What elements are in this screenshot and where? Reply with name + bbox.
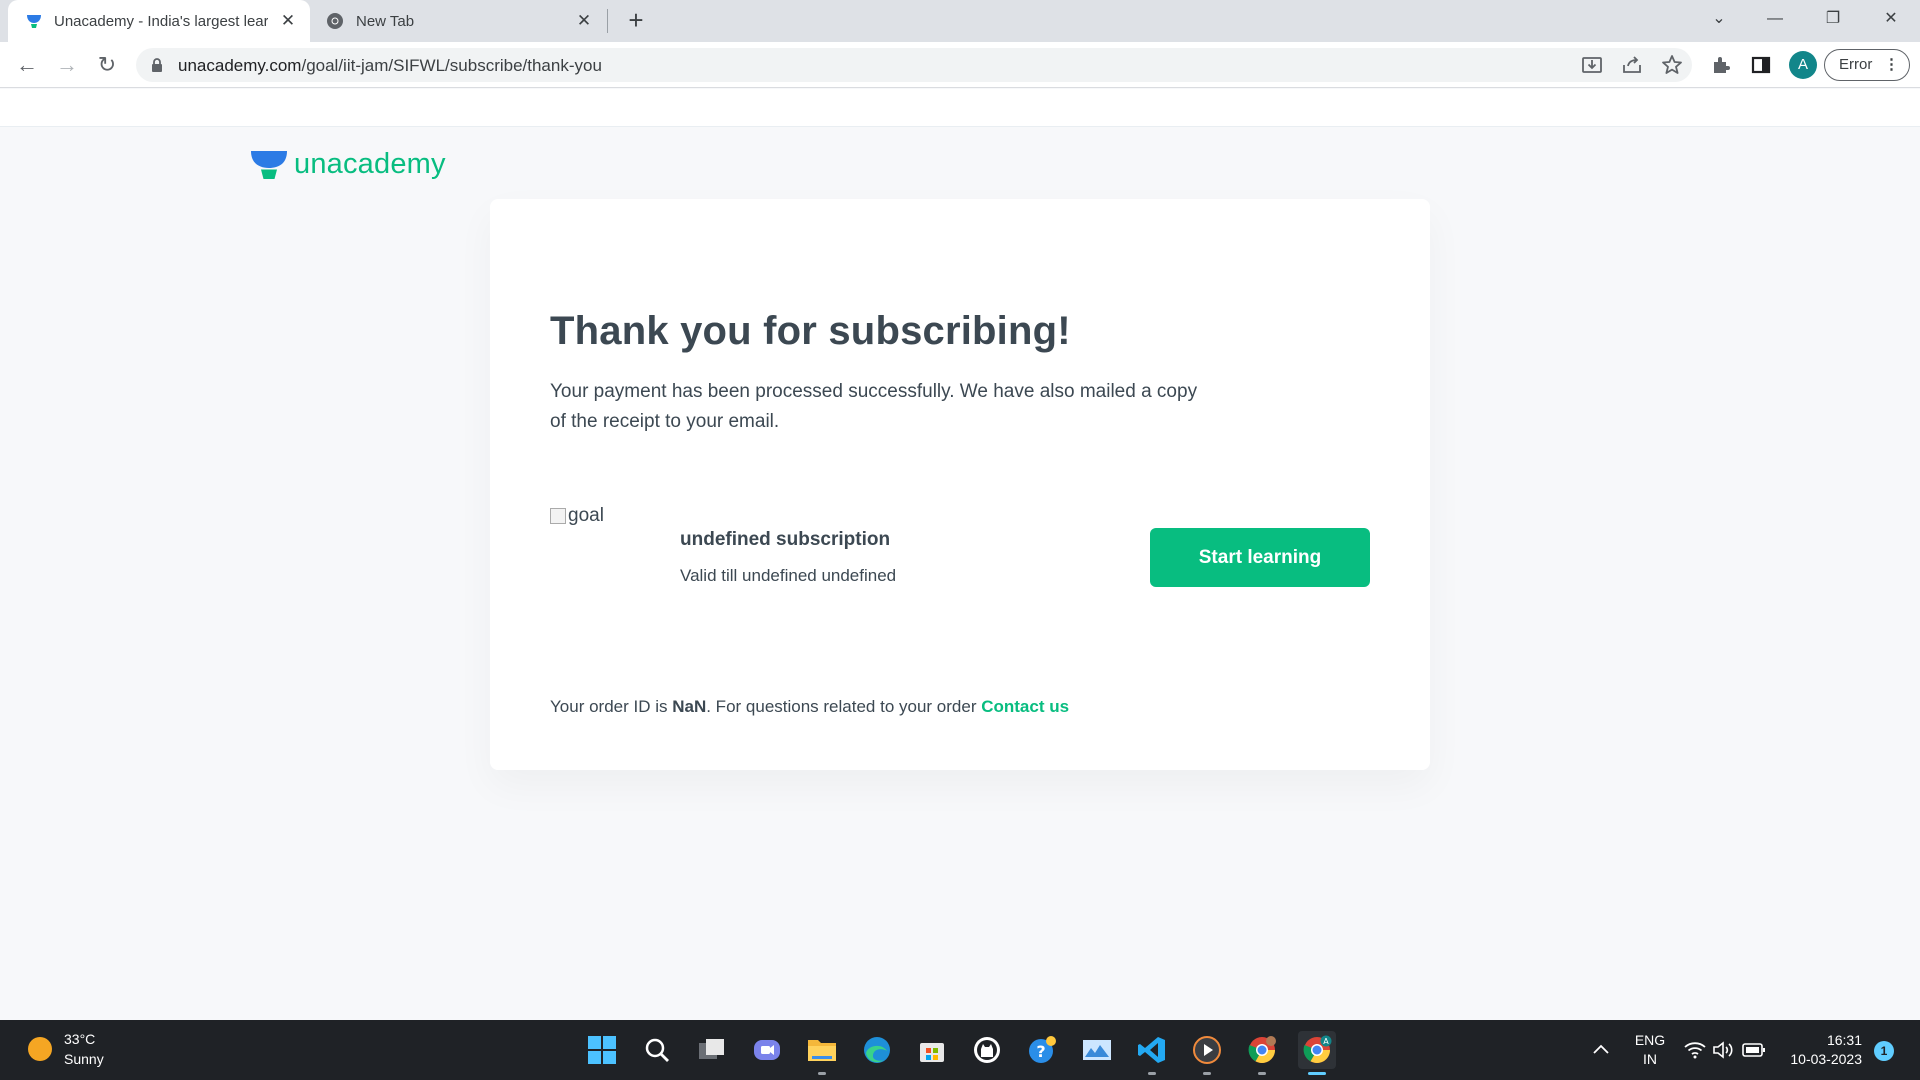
profile-avatar[interactable]: A	[1789, 51, 1817, 79]
unacademy-logo[interactable]: unacademy	[250, 148, 446, 181]
edge-icon[interactable]	[858, 1031, 896, 1069]
url-text[interactable]: unacademy.com/goal/iit-jam/SIFWL/subscri…	[178, 56, 602, 76]
photos-icon[interactable]	[1078, 1031, 1116, 1069]
contact-us-link[interactable]: Contact us	[981, 697, 1069, 716]
vscode-icon[interactable]	[1133, 1031, 1171, 1075]
thank-you-card: Thank you for subscribing! Your payment …	[490, 199, 1430, 770]
more-menu-icon: ⋮	[1884, 56, 1899, 73]
order-info: Your order ID is NaN. For questions rela…	[550, 697, 1070, 716]
github-icon[interactable]	[968, 1031, 1006, 1069]
taskbar: 33°C Sunny ? A ENG IN 16:31 10-03-2023 1	[0, 1020, 1920, 1080]
broken-image-icon	[550, 508, 566, 524]
subscription-validity: Valid till undefined undefined	[680, 566, 897, 585]
tab-title: New Tab	[356, 12, 415, 30]
language-indicator[interactable]: ENG IN	[1632, 1031, 1668, 1069]
chrome-profile-icon[interactable]: A	[1298, 1031, 1336, 1075]
back-button[interactable]: ←	[12, 50, 42, 80]
start-learning-button[interactable]: Start learning	[1150, 528, 1370, 587]
goal-image-alt-text: goal	[568, 505, 604, 526]
svg-text:?: ?	[1036, 1042, 1045, 1061]
restore-button[interactable]: ❐	[1805, 0, 1861, 38]
file-explorer-icon[interactable]	[803, 1031, 841, 1075]
task-view-icon[interactable]	[693, 1031, 731, 1069]
help-icon[interactable]: ?	[1023, 1031, 1061, 1069]
running-indicator	[818, 1072, 826, 1075]
tab-separator	[607, 9, 608, 33]
tab-unacademy[interactable]: Unacademy - India's largest learning pla…	[8, 0, 310, 42]
address-bar[interactable]: unacademy.com/goal/iit-jam/SIFWL/subscri…	[136, 48, 1692, 82]
svg-text:A: A	[1323, 1037, 1329, 1046]
extensions-icon[interactable]	[1709, 53, 1733, 77]
new-tab-button[interactable]: +	[622, 7, 650, 35]
media-player-icon[interactable]	[1188, 1031, 1226, 1075]
tab-new-tab[interactable]: New Tab ✕	[310, 0, 606, 42]
error-button[interactable]: Error ⋮	[1824, 49, 1910, 81]
logo-text: unacademy	[294, 148, 446, 180]
forward-button[interactable]: →	[52, 50, 82, 80]
share-icon[interactable]	[1620, 53, 1644, 77]
weather-condition: Sunny	[64, 1051, 104, 1067]
page-header-strip	[0, 89, 1920, 127]
running-indicator	[1308, 1072, 1326, 1075]
browser-toolbar: ← → ↻ unacademy.com/goal/iit-jam/SIFWL/s…	[0, 42, 1920, 88]
install-app-icon[interactable]	[1580, 53, 1604, 77]
close-tab-icon[interactable]: ✕	[278, 11, 298, 31]
close-tab-icon[interactable]: ✕	[574, 11, 594, 31]
notification-badge[interactable]: 1	[1874, 1041, 1894, 1061]
confirmation-message: Your payment has been processed successf…	[550, 381, 1198, 432]
page-title: Thank you for subscribing!	[550, 309, 1071, 353]
teams-chat-icon[interactable]	[748, 1031, 786, 1069]
chrome-icon[interactable]	[1243, 1031, 1281, 1075]
time: 16:31	[1826, 1032, 1862, 1048]
tab-search-icon[interactable]: ⌄	[1691, 0, 1747, 38]
chrome-favicon-icon	[327, 13, 343, 29]
chevron-up-icon[interactable]	[1592, 1042, 1610, 1056]
side-panel-icon[interactable]	[1749, 53, 1773, 77]
date: 10-03-2023	[1790, 1051, 1862, 1067]
tab-title: Unacademy - India's largest learning pla…	[54, 12, 268, 30]
sun-icon	[28, 1037, 52, 1061]
battery-icon[interactable]	[1742, 1042, 1766, 1058]
wifi-icon[interactable]	[1684, 1041, 1706, 1059]
search-icon[interactable]	[638, 1031, 676, 1069]
store-icon[interactable]	[913, 1031, 951, 1069]
bookmark-star-icon[interactable]	[1660, 53, 1684, 77]
start-icon[interactable]	[583, 1031, 621, 1069]
subscription-title: undefined subscription	[680, 529, 891, 550]
unacademy-favicon-icon	[27, 15, 41, 28]
clock[interactable]: 16:31 10-03-2023	[1780, 1031, 1862, 1069]
running-indicator	[1148, 1072, 1156, 1075]
goal-image: goal	[550, 505, 604, 527]
order-id: NaN	[672, 697, 707, 716]
reload-button[interactable]: ↻	[92, 50, 122, 80]
minimize-button[interactable]: —	[1747, 0, 1803, 38]
unacademy-logo-icon	[251, 150, 287, 179]
volume-icon[interactable]	[1712, 1041, 1734, 1059]
running-indicator	[1258, 1072, 1266, 1075]
lock-icon	[152, 58, 162, 72]
weather-temperature: 33°C	[64, 1031, 96, 1047]
close-window-button[interactable]: ✕	[1863, 0, 1919, 38]
tab-strip: Unacademy - India's largest learning pla…	[0, 0, 1920, 42]
running-indicator	[1203, 1072, 1211, 1075]
